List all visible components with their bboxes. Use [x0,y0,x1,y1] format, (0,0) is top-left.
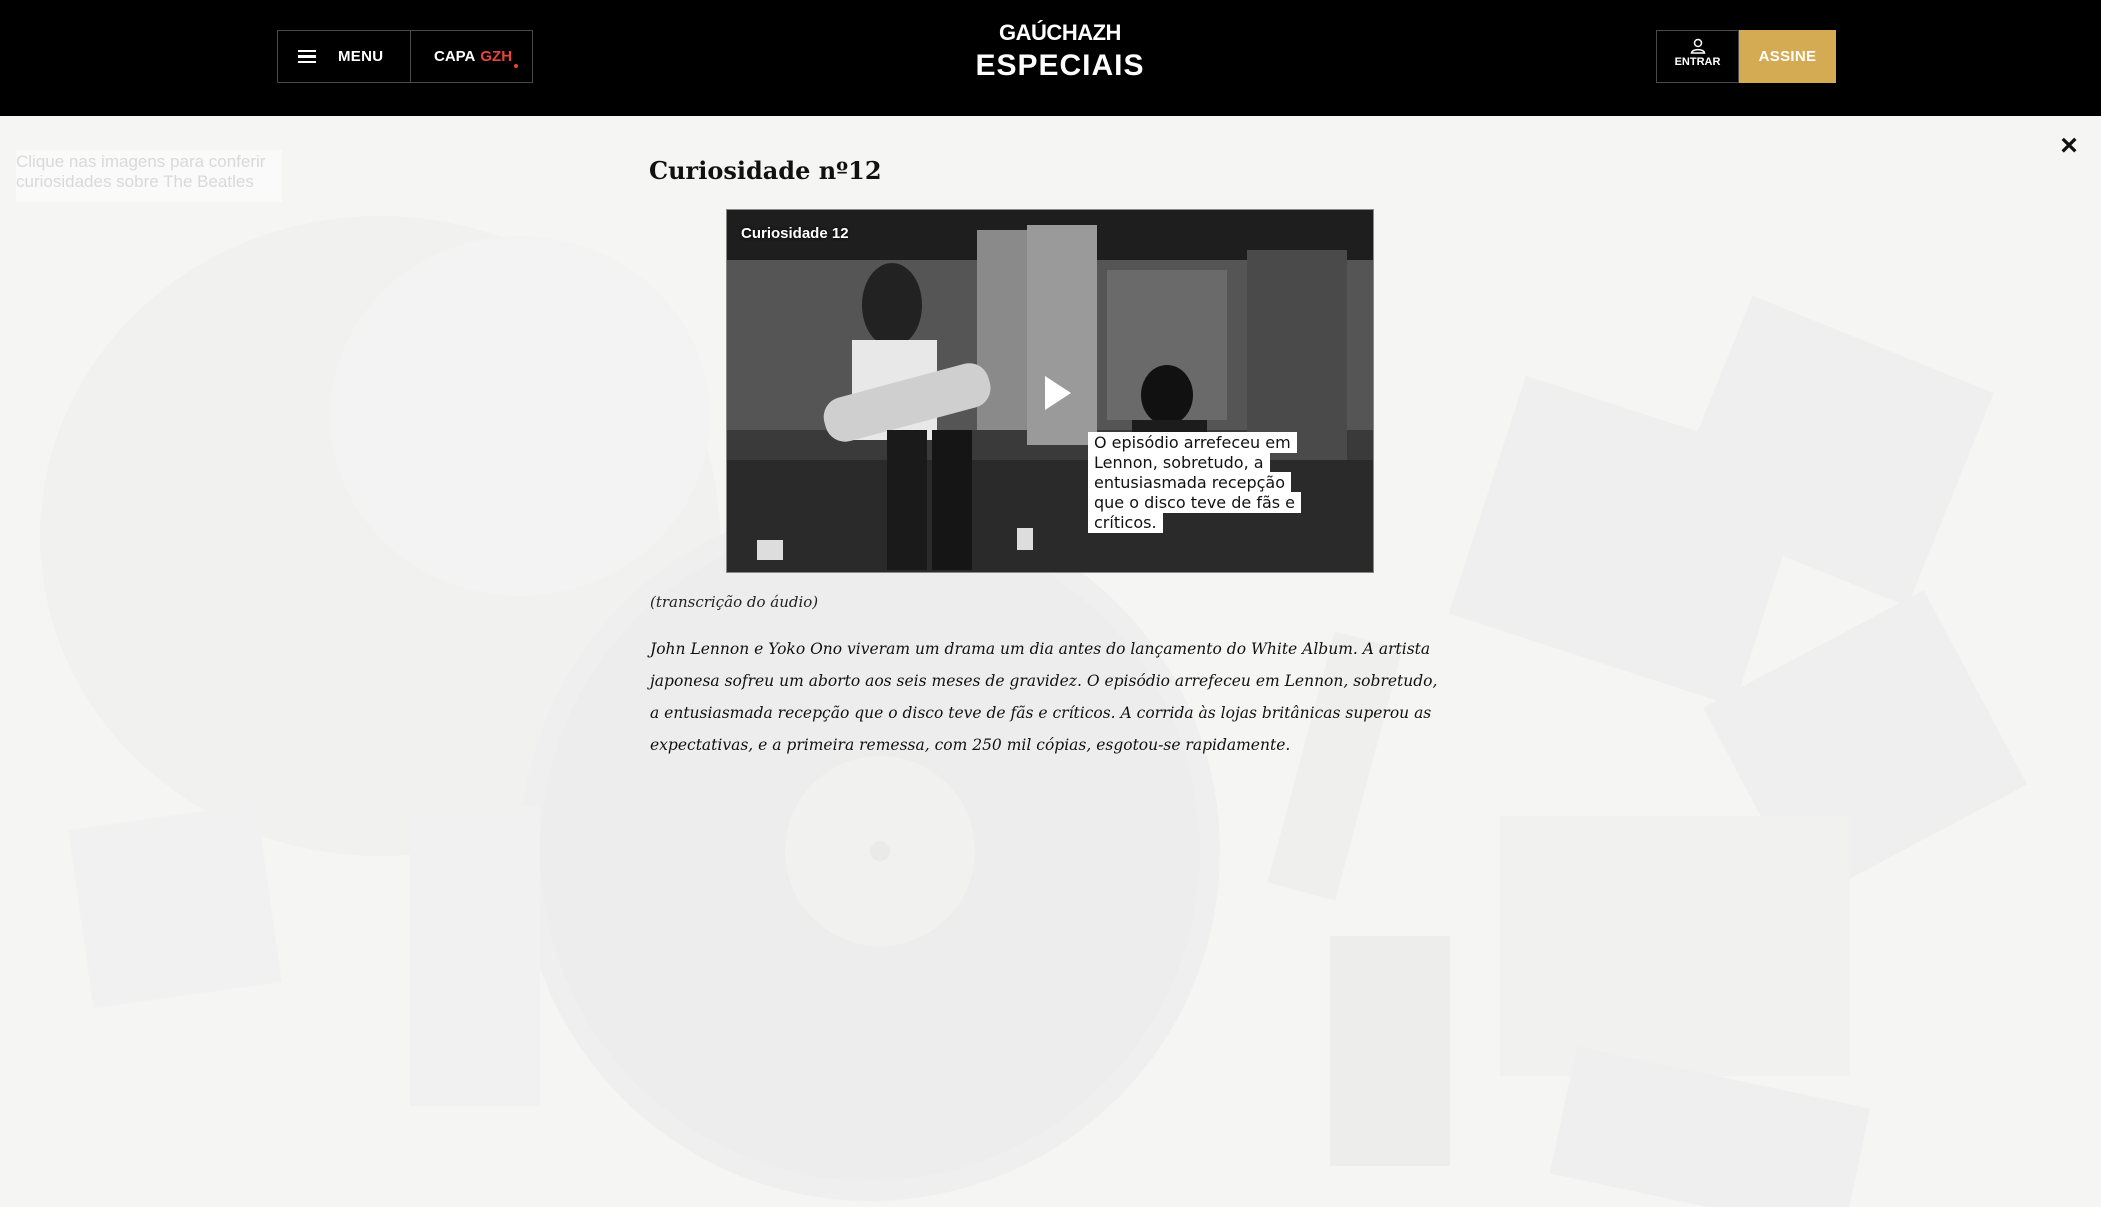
capa-label: CAPA [434,48,476,65]
site-logo[interactable]: GAÚCHAZH ESPECIAIS [940,20,1180,84]
video-caption-text: O episódio arrefeceu em Lennon, sobretud… [1088,432,1302,533]
background-hint-text: Clique nas imagens para conferir curiosi… [16,150,282,202]
hamburger-icon [298,49,316,64]
modal-title: Curiosidade nº12 [649,156,882,185]
close-icon[interactable]: × [2058,131,2080,161]
transcription-note: (transcrição do áudio) [650,593,819,611]
play-icon[interactable] [1045,376,1071,410]
video-player[interactable]: Curiosidade 12 O episódio arrefeceu em L… [726,209,1374,573]
menu-label: MENU [338,48,384,65]
article-body: John Lennon e Yoko Ono viveram um drama … [650,640,1438,754]
user-icon [1690,38,1705,54]
video-label: Curiosidade 12 [741,225,849,242]
login-button[interactable]: ENTRAR [1656,30,1739,83]
gzh-label: GZH [480,48,518,68]
logo-gauchazh: GAÚCHAZH [999,20,1121,45]
capa-gzh-button[interactable]: CAPA GZH [411,31,532,82]
video-caption: O episódio arrefeceu em Lennon, sobretud… [1088,432,1310,533]
top-navigation-bar: MENU CAPA GZH GAÚCHAZH ESPECIAIS ENTRAR … [0,0,2101,116]
menu-button[interactable]: MENU [278,31,411,82]
login-label: ENTRAR [1674,56,1721,68]
nav-button-group: MENU CAPA GZH [277,30,533,83]
subscribe-button[interactable]: ASSINE [1739,30,1836,83]
logo-especiais: ESPECIAIS [975,49,1145,82]
